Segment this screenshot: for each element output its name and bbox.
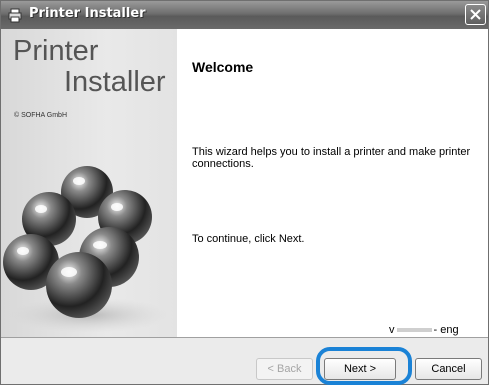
close-button[interactable] — [465, 4, 486, 25]
installer-window: Printer Installer Printer Installer © SO… — [0, 0, 489, 385]
version-suffix: - eng — [433, 324, 459, 336]
version-label: v - eng — [389, 324, 459, 336]
redacted-version — [396, 328, 432, 333]
window-title: Printer Installer — [29, 6, 146, 21]
logo-line-2: Installer — [64, 66, 166, 98]
footer-divider — [1, 337, 488, 338]
content-panel: Welcome This wizard helps you to install… — [177, 29, 488, 337]
cancel-button[interactable]: Cancel — [415, 358, 482, 380]
printer-icon — [7, 7, 23, 23]
logo-line-1: Printer — [13, 35, 99, 67]
sidebar-banner: Printer Installer © SOFHA GmbH — [1, 29, 177, 337]
version-prefix: v — [389, 324, 395, 336]
glass-spheres-image — [3, 166, 169, 333]
next-button-highlight — [316, 347, 412, 385]
intro-text: This wizard helps you to install a print… — [192, 146, 471, 170]
back-button[interactable]: < Back — [256, 358, 313, 380]
close-icon — [470, 9, 481, 20]
title-bar[interactable]: Printer Installer — [1, 1, 488, 29]
page-title: Welcome — [192, 59, 254, 75]
continue-instruction: To continue, click Next. — [192, 233, 305, 245]
copyright-text: © SOFHA GmbH — [14, 112, 67, 119]
